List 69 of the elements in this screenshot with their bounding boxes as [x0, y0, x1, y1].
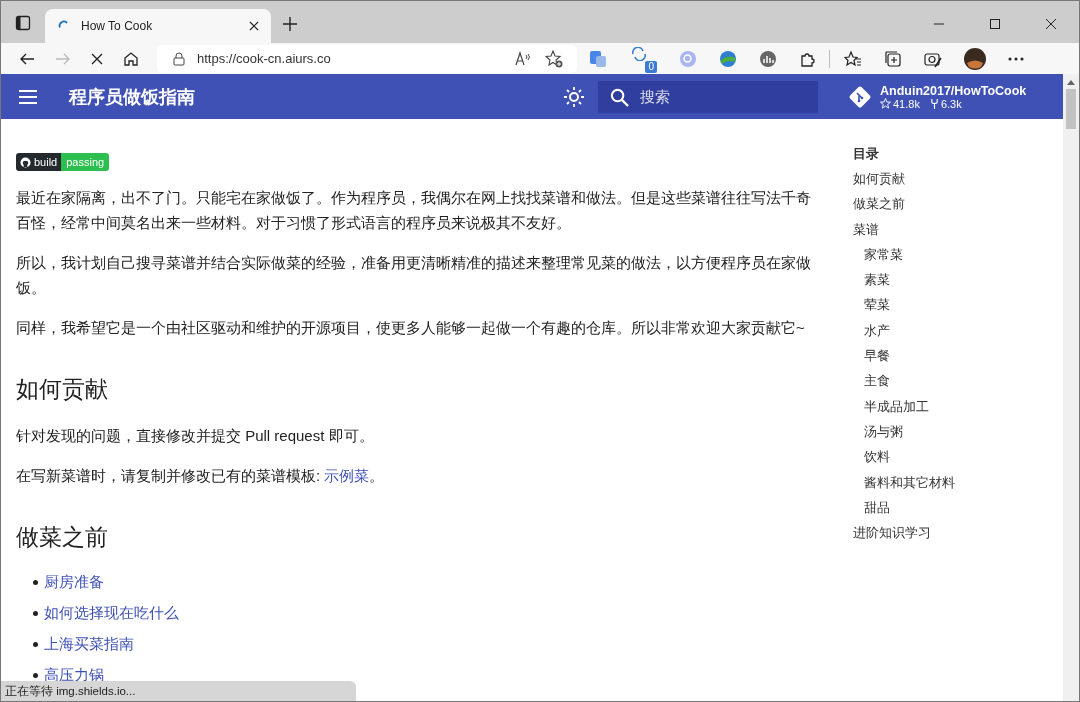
new-tab-icon[interactable]	[283, 17, 297, 31]
globe-icon[interactable]	[719, 49, 737, 68]
paragraph: 所以，我计划自己搜寻菜谱并结合实际做菜的经验，准备用更清晰精准的描述来整理常见菜的做法，以方便程序员在家做饭。	[16, 253, 812, 298]
toc-link[interactable]: 做菜之前	[853, 191, 955, 217]
home-icon[interactable]	[123, 50, 139, 67]
scroll-up-icon[interactable]	[1067, 80, 1075, 85]
sync-icon	[631, 46, 649, 61]
fork-icon	[929, 98, 939, 109]
toc-link[interactable]: 酱料和其它材料	[853, 469, 955, 495]
repository-name: Anduin2017/HowToCook	[880, 83, 1027, 98]
lock-icon	[173, 51, 185, 66]
stop-icon[interactable]	[91, 52, 103, 65]
more-icon[interactable]	[1008, 56, 1024, 61]
chart-icon[interactable]	[759, 49, 777, 68]
section-heading: 做菜之前	[16, 523, 109, 552]
toc-link[interactable]: 菜谱	[853, 216, 955, 242]
add-favorite-icon[interactable]	[545, 49, 563, 68]
maximize-icon[interactable]	[990, 19, 1000, 29]
toc-link[interactable]: 水产	[853, 317, 955, 344]
badge-status: passing	[61, 153, 110, 171]
url-text: https://cook-cn.aiurs.co	[197, 51, 331, 66]
read-aloud-icon[interactable]	[515, 50, 533, 67]
tab-actions-icon[interactable]	[15, 15, 31, 31]
toc-link[interactable]: 素菜	[853, 267, 955, 293]
toc-link[interactable]: 进阶知识学习	[853, 520, 955, 546]
toc-link[interactable]: 主食	[853, 368, 955, 394]
favorites-icon[interactable]	[844, 49, 862, 68]
address-bar[interactable]: https://cook-cn.aiurs.co	[157, 44, 577, 73]
guide-link[interactable]: 如何选择现在吃什么	[44, 602, 179, 624]
fork-count: 6.3k	[940, 97, 962, 110]
star-count: 41.8k	[893, 97, 920, 110]
section-heading: 如何贡献	[16, 375, 109, 404]
repository-link[interactable]: Anduin2017/HowToCook 41.8k 6.3k	[848, 83, 1043, 110]
badge-label: build	[34, 156, 58, 168]
status-tooltip: 正在等待 img.shields.io...	[1, 681, 356, 701]
paragraph: 在写新菜谱时，请复制并修改已有的菜谱模板: 示例菜。	[16, 466, 386, 486]
star-icon	[880, 98, 891, 109]
menu-icon[interactable]	[19, 89, 37, 104]
toc-link[interactable]: 甜品	[853, 494, 955, 521]
collections-icon[interactable]	[884, 49, 902, 68]
paragraph: 同样，我希望它是一个由社区驱动和维护的开源项目，使更多人能够一起做一个有趣的仓库。所以非常欢迎大家贡献它~	[16, 318, 806, 338]
search-field[interactable]: 搜索	[598, 80, 818, 113]
tab-title: How To Cook	[81, 19, 154, 33]
guide-link[interactable]: 厨房准备	[44, 571, 104, 593]
scrollbar-thumb[interactable]	[1066, 89, 1076, 129]
profile-avatar[interactable]	[964, 47, 986, 70]
toc-link[interactable]: 饮料	[853, 444, 955, 470]
close-window-icon[interactable]	[1046, 19, 1056, 29]
brightness-icon[interactable]	[564, 86, 584, 107]
translate-icon[interactable]	[589, 49, 607, 68]
search-icon	[610, 87, 629, 107]
toc-link[interactable]: 半成品加工	[853, 393, 955, 419]
sync-extension-button[interactable]: 0	[631, 46, 657, 71]
site-title[interactable]: 程序员做饭指南	[69, 84, 195, 109]
close-tab-icon[interactable]	[249, 21, 259, 31]
toc-title: 目录	[853, 145, 880, 163]
template-link[interactable]: 示例菜	[324, 467, 370, 484]
toc-link[interactable]: 荤菜	[853, 292, 955, 318]
github-icon	[20, 156, 31, 168]
guide-link[interactable]: 上海买菜指南	[44, 633, 134, 655]
toc-link[interactable]: 汤与粥	[853, 418, 955, 445]
paragraph: 针对发现的问题，直接修改并提交 Pull request 即可。	[16, 426, 375, 446]
toc-link[interactable]: 早餐	[853, 343, 955, 369]
toc-link[interactable]: 家常菜	[853, 241, 955, 268]
toc-link[interactable]: 如何贡献	[853, 166, 955, 192]
scrollbar[interactable]	[1063, 74, 1079, 701]
browser-tab[interactable]: How To Cook	[45, 9, 271, 43]
count-badge: 0	[645, 60, 657, 73]
paragraph: 最近在家隔离，出不了门。只能宅在家做饭了。作为程序员，我偶尔在网上找找菜谱和做法。但是这些菜谱往往写法千奇百怪，经常中间莫名出来一些材料。对于习惯了形式语言的程序员来说极其不友好。	[16, 188, 812, 233]
